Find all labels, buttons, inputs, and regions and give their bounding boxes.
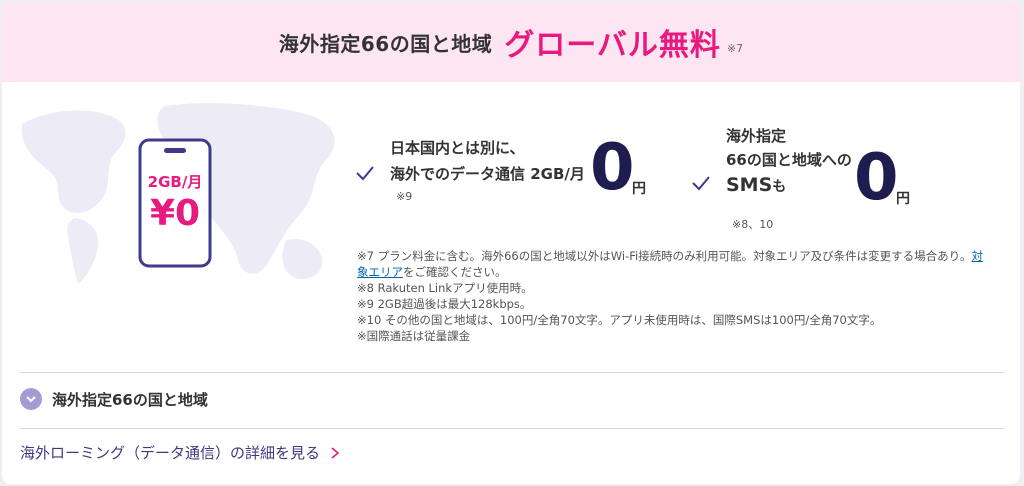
feature-sms-value: 0 — [854, 141, 899, 215]
feature-data-value: 0 — [590, 131, 635, 205]
feature-data-unit: 円 — [632, 181, 646, 197]
divider-bottom — [20, 428, 1004, 429]
phone-label-line1: 2GB/月 — [148, 173, 203, 191]
divider-top — [20, 372, 1004, 373]
footnote-9: ※9 2GB超過後は最大128kbps。 — [357, 297, 532, 311]
phone-label-line2: ¥0 — [150, 193, 200, 234]
roaming-card: 海外指定66の国と地域 グローバル無料 ※7 2GB/月 ¥0 日本国内とは別に… — [2, 2, 1020, 484]
chevron-right-icon — [331, 446, 340, 459]
header-highlight: グローバル無料 — [504, 28, 721, 63]
roaming-details-label: 海外ローミング（データ通信）の詳細を見る — [20, 444, 321, 462]
footnote-intl-call: ※国際通話は従量課金 — [357, 329, 471, 343]
phone-map-illustration: 2GB/月 ¥0 — [21, 103, 335, 284]
footnote-8: ※8 Rakuten Linkアプリ使用時。 — [357, 281, 533, 295]
feature-sms-line2: 66の国と地域への — [726, 151, 852, 169]
target-area-link-part1[interactable]: 対 — [971, 249, 983, 263]
target-area-link-part2[interactable]: 象エリア — [357, 265, 403, 279]
footnotes: ※7 プラン料金に含む。海外66の国と地域以外はWi-Fi接続時のみ利用可能。対… — [357, 248, 997, 344]
feature-sms-note: ※8、10 — [732, 218, 774, 231]
footnote-7-cont: 象エリアをご確認ください。 — [357, 264, 997, 280]
sms-mo: も — [772, 179, 787, 195]
feature-data-line2: 海外でのデータ通信 2GB/月 — [390, 165, 585, 183]
feature-sms-line1: 海外指定 — [726, 127, 787, 145]
feature-data-line1: 日本国内とは別に、 — [390, 139, 525, 157]
check-icon — [356, 166, 374, 181]
chevron-down-icon — [20, 388, 42, 410]
check-icon — [692, 176, 710, 191]
footnote-7-text: ※7 プラン料金に含む。海外66の国と地域以外はWi-Fi接続時のみ利用可能。対… — [357, 249, 972, 263]
roaming-details-link[interactable]: 海外ローミング（データ通信）の詳細を見る — [20, 442, 340, 463]
header-prefix: 海外指定66の国と地域 — [278, 31, 493, 56]
sms-text: SMS — [726, 174, 773, 196]
footnote-10: ※10 その他の国と地域は、100円/全角70文字。アプリ未使用時は、国際SMS… — [357, 313, 882, 327]
feature-sms-unit: 円 — [896, 191, 910, 207]
feature-data-note: ※9 — [396, 190, 413, 203]
header-banner: 海外指定66の国と地域 グローバル無料 ※7 — [2, 2, 1020, 82]
header-note: ※7 — [726, 41, 744, 55]
feature-sms-label: SMSも — [726, 174, 786, 196]
accordion-label: 海外指定66の国と地域 — [52, 390, 208, 409]
footnote-7: ※7 プラン料金に含む。海外66の国と地域以外はWi-Fi接続時のみ利用可能。対… — [357, 248, 997, 264]
accordion-66-countries[interactable]: 海外指定66の国と地域 — [20, 388, 208, 410]
footnote-7-suffix: をご確認ください。 — [403, 265, 507, 279]
